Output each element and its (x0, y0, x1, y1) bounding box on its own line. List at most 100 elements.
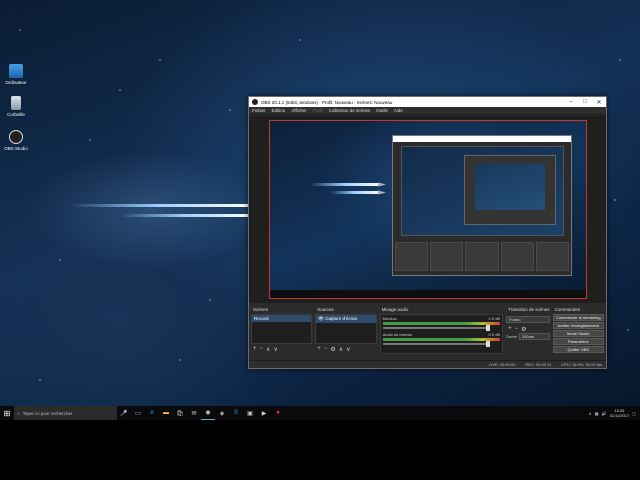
window-title: OBS 20.1.1 (64bit, windows) - Profil: No… (261, 99, 393, 105)
scenes-dock: Scènes Record + − ∧ ∨ (251, 305, 313, 357)
docks-panel: Scènes Record + − ∧ ∨ Sources 👁 Capture d'é… (249, 305, 606, 361)
audio-mixer-dock: Mixage audio Mic/Aux 0.0 dB Audio du bure… (379, 305, 504, 357)
menu-view[interactable]: Afficher (291, 108, 306, 113)
channel-name: Audio du bureau (382, 332, 412, 337)
clock[interactable]: 15:26 31/11/2017 (609, 408, 629, 418)
search-icon: ○ (17, 410, 20, 416)
mixer-title: Mixage audio (381, 307, 409, 312)
edge-icon[interactable]: e (145, 406, 159, 420)
taskbar: ⊞ ○ Taper ici pour rechercher 🎤 ▭ e ▬ 🛍 … (0, 406, 640, 420)
studio-mode-button[interactable]: Mode Studio (552, 330, 604, 337)
obs-taskbar-icon[interactable]: ◉ (201, 406, 215, 420)
nested-preview-deeper (475, 164, 545, 210)
controls-dock: Commandes Commencer le streaming Arrêter… (552, 305, 604, 357)
chevron-up-icon[interactable]: ∧ (589, 411, 592, 416)
gear-icon[interactable]: ⚙ (521, 326, 526, 333)
channel-db: 0.0 dB (488, 316, 501, 321)
skype-icon[interactable]: S (229, 406, 243, 420)
menu-scene-collection[interactable]: Collection de scènes (329, 108, 371, 113)
controls-title: Commandes (554, 307, 581, 312)
source-item[interactable]: 👁 Capture d'écran (316, 315, 376, 323)
system-tray: ∧ ▦ 🔊 15:26 31/11/2017 ▢ (589, 408, 640, 418)
desktop-icon-obs[interactable]: OBS Studio (4, 130, 28, 151)
sources-toolbar: + − ⚙ ∧ ∨ (315, 344, 376, 354)
menu-tools[interactable]: Outils (376, 108, 388, 113)
scene-item[interactable]: Record (252, 315, 312, 322)
spaceship-trail (70, 204, 250, 207)
notifications-icon[interactable]: ▢ (632, 411, 636, 416)
obs-icon (252, 99, 258, 105)
close-button[interactable]: ✕ (592, 99, 606, 106)
add-icon[interactable]: + (253, 346, 257, 352)
duration-label: Durée (506, 334, 518, 339)
live-status: LIVE: 00:00:00 (488, 362, 516, 367)
volume-icon[interactable]: 🔊 (602, 411, 607, 416)
move-down-icon[interactable]: ∨ (273, 346, 277, 353)
maximize-button[interactable]: □ (578, 99, 592, 105)
channel-db: 0.0 dB (488, 332, 501, 337)
file-explorer-icon[interactable]: ▬ (159, 406, 173, 420)
chrome-icon[interactable]: ● (271, 406, 285, 420)
desktop-icon-label: Corbeille (7, 112, 25, 117)
sources-dock: Sources 👁 Capture d'écran + − ⚙ ∧ ∨ (315, 305, 377, 357)
window-icon[interactable]: ▣ (243, 406, 257, 420)
desktop-icon-recycle-bin[interactable]: Corbeille (4, 96, 28, 117)
nested-docks (393, 240, 571, 273)
scenes-toolbar: + − ∧ ∨ (251, 344, 312, 354)
obs-window: OBS 20.1.1 (64bit, windows) - Profil: No… (248, 96, 607, 369)
microphone-icon[interactable]: 🎤 (117, 406, 131, 420)
mixer-channel: Audio du bureau 0.0 dB (381, 331, 503, 338)
move-up-icon[interactable]: ∧ (266, 346, 270, 353)
window-titlebar[interactable]: OBS 20.1.1 (64bit, windows) - Profil: No… (249, 97, 606, 107)
nested-preview (401, 146, 564, 236)
status-bar: LIVE: 00:00:00 REC: 00:00:11 CPU: 16.9%,… (249, 360, 606, 368)
nested-obs-window (392, 135, 572, 276)
video-icon[interactable]: ▶ (257, 406, 271, 420)
network-icon[interactable]: ▦ (595, 411, 599, 416)
exit-button[interactable]: Quitter OBS (552, 346, 604, 353)
transition-select[interactable]: Fondu (506, 316, 550, 323)
volume-meter (382, 322, 501, 325)
task-view-icon[interactable]: ▭ (131, 406, 145, 420)
move-up-icon[interactable]: ∧ (339, 346, 343, 353)
mail-icon[interactable]: ✉ (187, 406, 201, 420)
menu-file[interactable]: Fichier (252, 108, 266, 113)
add-icon[interactable]: + (508, 326, 512, 332)
volume-meter (382, 338, 501, 341)
remove-icon[interactable]: − (515, 326, 519, 332)
settings-button[interactable]: Paramètres (552, 338, 604, 345)
minimize-button[interactable]: – (564, 99, 578, 105)
preview-canvas (269, 120, 587, 299)
channel-name: Mic/Aux (382, 316, 397, 321)
app-icon[interactable]: ◈ (215, 406, 229, 420)
menu-profile[interactable]: Profil (312, 108, 322, 113)
start-button[interactable]: ⊞ (0, 406, 14, 420)
windows-icon: ⊞ (3, 408, 11, 418)
desktop-icon-computer[interactable]: Ordinateur (4, 64, 28, 85)
move-down-icon[interactable]: ∨ (346, 346, 350, 353)
mixer-panel: Mic/Aux 0.0 dB Audio du bureau 0.0 dB (379, 314, 504, 354)
scenes-list: Record (251, 314, 313, 344)
menu-edit[interactable]: Édition (272, 108, 286, 113)
duration-field[interactable]: 300ms (519, 333, 550, 340)
preview-area[interactable] (249, 116, 606, 303)
add-icon[interactable]: + (317, 346, 321, 352)
menu-bar: Fichier Édition Afficher Profil Collecti… (249, 107, 606, 115)
menu-help[interactable]: Aide (394, 108, 403, 113)
store-icon[interactable]: 🛍 (173, 406, 187, 420)
source-label: Capture d'écran (325, 316, 358, 321)
gear-icon[interactable]: ⚙ (330, 346, 335, 353)
remove-icon[interactable]: − (324, 346, 328, 352)
stop-recording-button[interactable]: Arrêter l'enregistrement (552, 322, 604, 329)
scenes-title: Scènes (253, 307, 269, 312)
search-box[interactable]: ○ Taper ici pour rechercher (14, 406, 117, 420)
cpu-status: CPU: 16.9%, 30.00 fps (561, 362, 602, 367)
volume-slider[interactable] (382, 341, 490, 347)
letterbox-bottom (0, 420, 640, 480)
remove-icon[interactable]: − (260, 346, 264, 352)
volume-slider[interactable] (382, 325, 490, 331)
start-streaming-button[interactable]: Commencer le streaming (552, 314, 604, 321)
spaceship-trail (120, 214, 250, 217)
nested-preview-inner (464, 155, 556, 225)
sources-list: 👁 Capture d'écran (315, 314, 377, 344)
